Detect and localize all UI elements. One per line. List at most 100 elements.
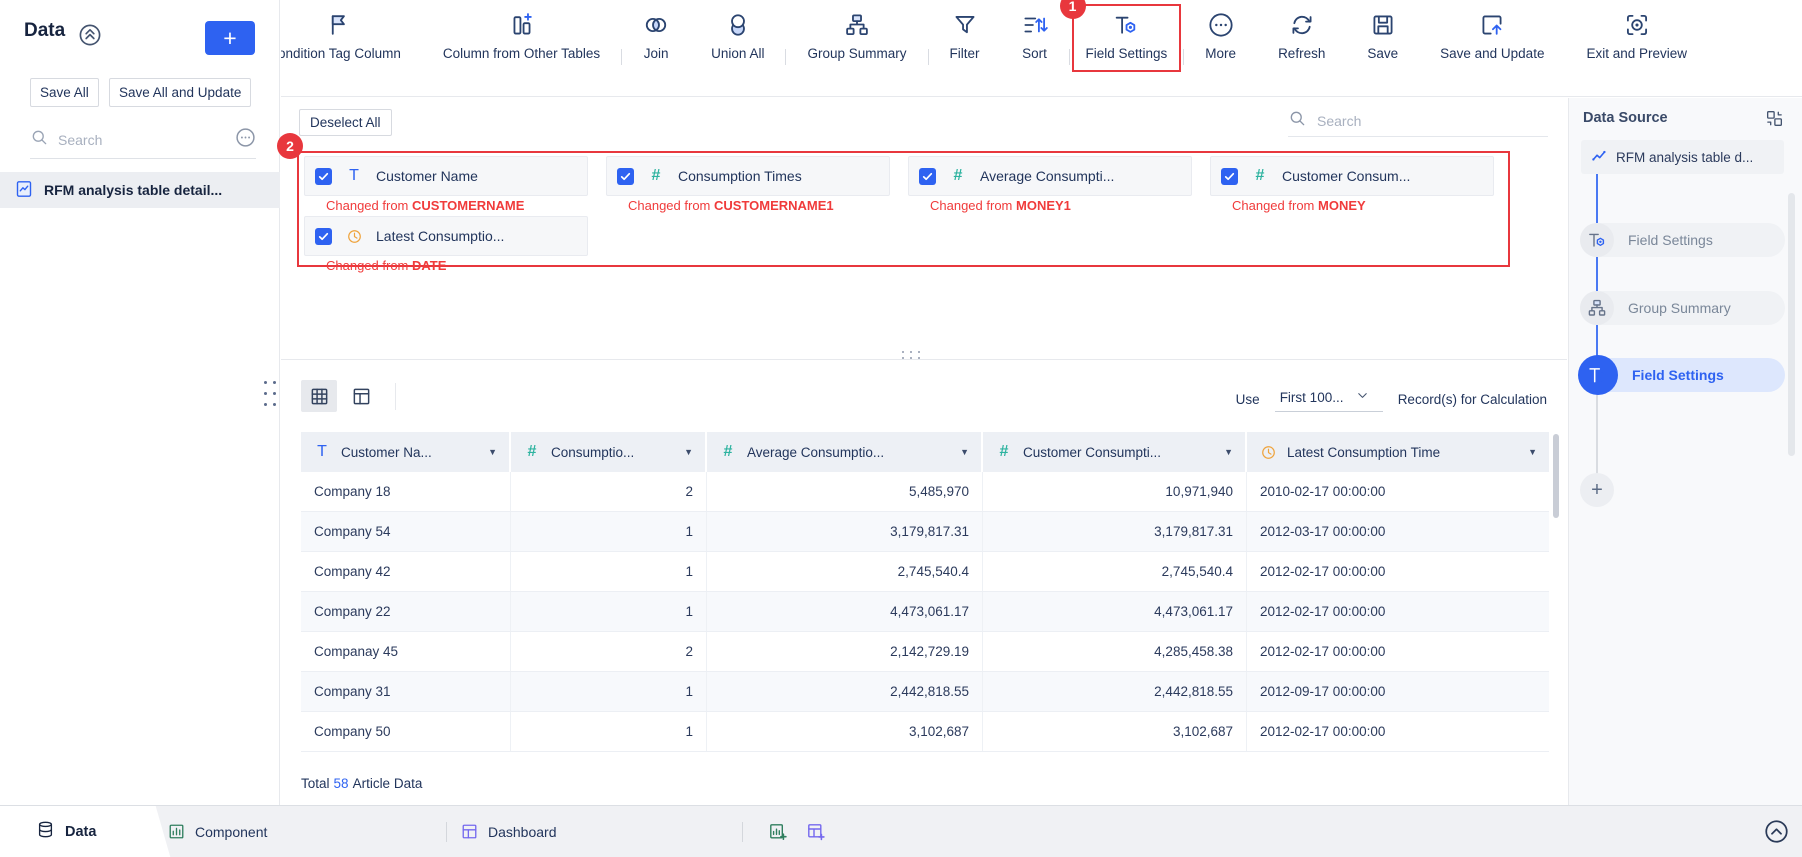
table-cell: 2	[511, 632, 707, 671]
more-options-icon[interactable]	[235, 127, 256, 153]
deselect-all-button[interactable]: Deselect All	[299, 109, 392, 136]
changed-from-note: Changed from MONEY1	[908, 198, 1192, 213]
column-header-customer-consumpti[interactable]: # Customer Consumpti... ▼	[983, 432, 1247, 472]
tab-data-label: Data	[65, 823, 97, 840]
table-cell: 3,179,817.31	[983, 512, 1247, 551]
changed-from-prefix: Changed from	[326, 258, 412, 273]
tab-dashboard[interactable]: Dashboard	[460, 806, 557, 857]
sidebar-search	[30, 122, 256, 159]
chevron-down-icon	[1355, 388, 1370, 406]
total-count: 58	[333, 776, 349, 791]
pipeline-step-group-summary[interactable]: Group Summary	[1580, 291, 1785, 325]
column-filter-caret[interactable]: ▼	[488, 447, 497, 457]
join-icon	[643, 11, 669, 38]
toolbar-item-refresh[interactable]: Refresh	[1257, 11, 1346, 61]
toolbar-item-union-all[interactable]: Union All	[690, 11, 785, 61]
toolbar-item-field-settings[interactable]: 1 Field Settings	[1059, 0, 1182, 72]
checkbox-checked[interactable]	[919, 167, 936, 185]
toolbar-item-label: Save	[1367, 46, 1399, 61]
checkbox-checked[interactable]	[315, 227, 332, 245]
toolbar-item-save-and-update[interactable]: Save and Update	[1419, 11, 1565, 61]
toolbar-item-label: Group Summary	[807, 46, 907, 61]
column-header-customer-na[interactable]: T Customer Na... ▼	[301, 432, 511, 472]
record-limit-value: First 100...	[1279, 389, 1344, 405]
toolbar-item-filter[interactable]: Filter	[929, 11, 1001, 61]
column-header-average-consumptio[interactable]: # Average Consumptio... ▼	[707, 432, 983, 472]
field-settings-icon	[1113, 11, 1139, 38]
field-chip[interactable]: # Consumption Times	[606, 156, 890, 196]
text-type-icon: T	[317, 443, 327, 460]
field-chip[interactable]: T Customer Name	[304, 156, 588, 196]
total-row: Total 58 Article Data	[301, 776, 422, 791]
sidebar-search-input[interactable]	[58, 132, 198, 148]
toolbar-item-label: Filter	[949, 46, 980, 61]
number-type-icon: #	[953, 167, 963, 184]
column-header-latest-consumption-time[interactable]: Latest Consumption Time ▼	[1247, 432, 1549, 472]
toolbar-item-column-from-other-tables[interactable]: Column from Other Tables	[422, 11, 621, 61]
tab-label: Dashboard	[488, 823, 557, 840]
pipeline-step-field-settings[interactable]: Field Settings	[1580, 223, 1785, 257]
divider	[446, 822, 447, 842]
sidebar-item-dataset[interactable]: RFM analysis table detail...	[0, 172, 280, 208]
table-cell: 2012-02-17 00:00:00	[1260, 564, 1386, 579]
toolbar-item-sort[interactable]: Sort	[1001, 11, 1069, 61]
save-update-icon	[1479, 11, 1505, 38]
exit-preview-icon	[1624, 11, 1650, 38]
column-filter-caret[interactable]: ▼	[1224, 447, 1233, 457]
toolbar-item-save[interactable]: Save	[1346, 11, 1419, 61]
toolbar-item-exit-and-preview[interactable]: Exit and Preview	[1565, 11, 1708, 61]
table-cell: 2012-03-17 00:00:00	[1260, 524, 1386, 539]
tab-component[interactable]: Component	[167, 806, 267, 857]
toolbar-item-group-summary[interactable]: Group Summary	[786, 11, 927, 61]
horizontal-splitter-handle[interactable]	[902, 351, 920, 359]
table-cell: 4,285,458.38	[983, 632, 1247, 671]
fields-search-input[interactable]	[1317, 113, 1507, 129]
dashboard-add-icon[interactable]	[806, 822, 826, 847]
divider	[395, 383, 396, 410]
field-chip-customer-consum: # Customer Consum... Changed from MONEY	[1210, 156, 1494, 214]
checkbox-checked[interactable]	[617, 167, 634, 185]
collapse-panel-icon[interactable]	[78, 23, 102, 52]
field-chip[interactable]: Latest Consumptio...	[304, 216, 588, 256]
panel-drag-handle[interactable]	[264, 381, 276, 406]
panel-scrollbar[interactable]	[1788, 193, 1795, 456]
column-header-consumptio[interactable]: # Consumptio... ▼	[511, 432, 707, 472]
add-dataset-button[interactable]: +	[205, 21, 255, 55]
grid-view-toggle[interactable]	[301, 380, 337, 412]
component-add-icon[interactable]	[768, 822, 788, 847]
column-header-label: Consumptio...	[551, 444, 635, 460]
tab-data[interactable]: Data	[0, 806, 150, 857]
checkbox-checked[interactable]	[315, 167, 332, 185]
pipeline-source-node[interactable]: RFM analysis table d...	[1581, 140, 1784, 174]
sidebar-title: Data	[24, 20, 66, 41]
pipeline-step-field-settings-active[interactable]: Field Settings	[1578, 355, 1785, 395]
table-cell: 2012-09-17 00:00:00	[1260, 684, 1386, 699]
toolbar-item-ondition-tag-column[interactable]: ondition Tag Column	[281, 11, 422, 61]
table-cell: Company 31	[301, 672, 511, 711]
record-limit-dropdown[interactable]: First 100...	[1274, 386, 1383, 412]
table-cell: 1	[511, 512, 707, 551]
table-cell: 2012-02-17 00:00:00	[1260, 644, 1386, 659]
save-all-and-update-button[interactable]: Save All and Update	[109, 78, 252, 107]
toolbar-item-more[interactable]: More	[1184, 11, 1257, 61]
column-header-label: Customer Na...	[341, 444, 432, 460]
table-scrollbar[interactable]	[1553, 434, 1559, 518]
chevron-up-circle-icon[interactable]	[1764, 819, 1789, 849]
column-filter-caret[interactable]: ▼	[684, 447, 693, 457]
column-filter-caret[interactable]: ▼	[1528, 447, 1537, 457]
field-chip[interactable]: # Average Consumpti...	[908, 156, 1192, 196]
field-settings-icon	[1578, 355, 1618, 395]
save-all-button[interactable]: Save All	[30, 78, 99, 107]
add-step-button[interactable]: +	[1580, 473, 1614, 507]
layout-swap-icon[interactable]	[1765, 109, 1784, 133]
table-cell: 1	[511, 712, 707, 751]
field-chip[interactable]: # Customer Consum...	[1210, 156, 1494, 196]
table-row: Company 18 2 5,485,970 10,971,940 2010-02-17…	[301, 472, 1549, 512]
toolbar-item-label: Union All	[711, 46, 765, 61]
checkbox-checked[interactable]	[1221, 167, 1238, 185]
table-row: Company 50 1 3,102,687 3,102,687 2012-02-17 …	[301, 712, 1549, 752]
table-cell: 2,442,818.55	[707, 672, 983, 711]
column-filter-caret[interactable]: ▼	[960, 447, 969, 457]
panel-view-toggle[interactable]	[343, 380, 379, 412]
toolbar-item-join[interactable]: Join	[622, 11, 690, 61]
